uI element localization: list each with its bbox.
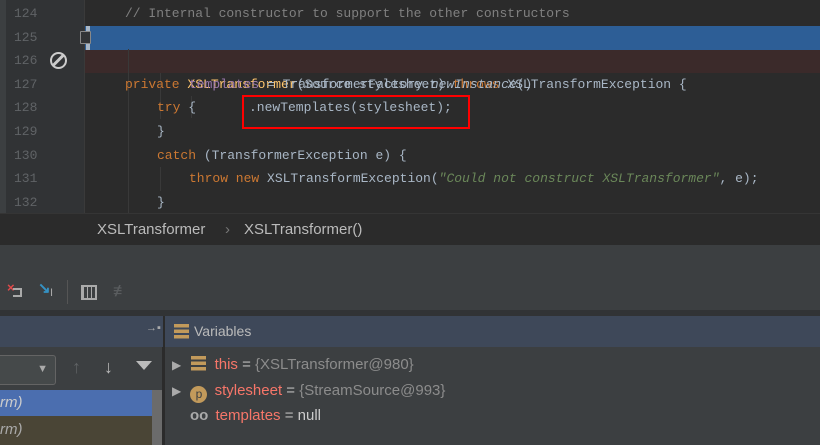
debug-toolbar: × ↘ I ≢ bbox=[0, 270, 820, 311]
variable-name: this bbox=[214, 356, 238, 373]
frame-item-selected[interactable]: rm) bbox=[0, 390, 152, 416]
line-number: 125 bbox=[14, 29, 38, 45]
code-text: , e); bbox=[719, 171, 759, 187]
line-number: 129 bbox=[14, 124, 38, 139]
toolbar-separator bbox=[67, 280, 68, 304]
panel-divider bbox=[0, 245, 820, 270]
fold-icon[interactable] bbox=[80, 30, 91, 44]
frame-item[interactable]: rm) bbox=[0, 416, 152, 445]
line-number: 130 bbox=[14, 147, 38, 163]
object-icon bbox=[191, 356, 207, 371]
line-number: 128 bbox=[14, 100, 38, 116]
scrollbar[interactable] bbox=[152, 390, 162, 445]
variable-row[interactable]: ▶ this = {XSLTransformer@980} bbox=[172, 353, 414, 377]
expand-arrow-icon[interactable]: ▶ bbox=[172, 384, 181, 398]
code-text: = TransformerFactory. bbox=[259, 76, 431, 92]
trace-icon[interactable]: ≢ bbox=[113, 283, 129, 301]
line-number: 124 bbox=[14, 6, 38, 21]
arrow-down-icon[interactable]: ↓ bbox=[104, 357, 113, 378]
breadcrumb-item[interactable]: XSLTransformer bbox=[97, 214, 205, 246]
line-number: 132 bbox=[14, 194, 38, 210]
variable-name: templates bbox=[215, 407, 281, 424]
line-number: 131 bbox=[14, 171, 38, 187]
code-text: // Internal constructor to support the o… bbox=[125, 6, 570, 21]
method-call: newInstance bbox=[430, 76, 517, 92]
equals: = bbox=[280, 407, 298, 424]
filter-icon[interactable] bbox=[136, 361, 152, 370]
breadcrumb-item[interactable]: XSLTransformer() bbox=[244, 214, 362, 246]
frames-pane: ▼ ↑ ↓ rm) rm) bbox=[0, 347, 163, 445]
variables-title: Variables bbox=[194, 323, 252, 339]
code-line: 131 throw new XSLTransformException("Coul… bbox=[0, 167, 820, 191]
variable-row[interactable]: oo templates = null bbox=[190, 404, 321, 428]
variables-icon bbox=[174, 324, 189, 339]
thread-select[interactable]: ▼ bbox=[0, 355, 56, 385]
chevron-down-icon: ▼ bbox=[37, 363, 48, 375]
evaluate-expression-icon[interactable] bbox=[81, 285, 97, 300]
breadcrumb: XSLTransformer › XSLTransformer() bbox=[0, 213, 820, 245]
keyword: throw new bbox=[189, 171, 260, 187]
frame-label: rm) bbox=[0, 394, 23, 411]
code-line: 130 catch (TransformerException e) { bbox=[0, 144, 820, 168]
code-text: () bbox=[516, 76, 533, 92]
variable-name: stylesheet bbox=[214, 382, 283, 399]
code-editor[interactable]: 124 // Internal constructor to support th… bbox=[0, 0, 820, 213]
expand-arrow-icon[interactable]: ▶ bbox=[172, 358, 181, 372]
code-text: } bbox=[157, 194, 165, 210]
field: templates bbox=[189, 76, 260, 92]
string-literal: "Could not construct XSLTransformer" bbox=[438, 171, 720, 187]
code-line: 126 try { bbox=[0, 49, 820, 115]
code-line: 125 private XSLTransformer(Source styles… bbox=[0, 26, 820, 92]
variable-value: {XSLTransformer@980} bbox=[255, 356, 414, 373]
line-number: 126 bbox=[14, 53, 38, 69]
code-text: XSLTransformException( bbox=[259, 171, 439, 187]
code-line: 132} bbox=[0, 191, 820, 213]
equals: = bbox=[282, 382, 300, 399]
frame-label: rm) bbox=[0, 421, 23, 438]
chevron-right-icon: › bbox=[225, 221, 230, 238]
frames-header: →▪ bbox=[0, 316, 163, 347]
variable-row[interactable]: ▶ p stylesheet = {StreamSource@993} bbox=[172, 379, 445, 403]
variable-value: null bbox=[297, 407, 322, 424]
annotation-highlight-box bbox=[242, 95, 470, 129]
code-line: 127 templates = TransformerFactory.newIns… bbox=[0, 73, 820, 97]
code-text: (TransformerException e) { bbox=[196, 147, 407, 163]
variable-value: {StreamSource@993} bbox=[299, 382, 446, 399]
parameter-icon: p bbox=[190, 386, 208, 403]
drop-frame-icon[interactable]: × bbox=[7, 280, 23, 299]
watch-glasses-icon: oo bbox=[190, 407, 209, 424]
arrow-up-icon[interactable]: ↑ bbox=[72, 357, 81, 378]
line-number: 127 bbox=[14, 76, 38, 92]
equals: = bbox=[237, 356, 256, 373]
code-line: 124 // Internal constructor to support th… bbox=[0, 2, 820, 26]
run-to-cursor-icon[interactable]: ↘ I bbox=[38, 280, 56, 301]
keyword: catch bbox=[157, 147, 197, 163]
variables-header: Variables bbox=[165, 316, 820, 347]
muted-breakpoint-icon[interactable] bbox=[50, 52, 67, 70]
pin-icon[interactable]: →▪ bbox=[146, 322, 161, 334]
code-text: } bbox=[157, 124, 165, 139]
